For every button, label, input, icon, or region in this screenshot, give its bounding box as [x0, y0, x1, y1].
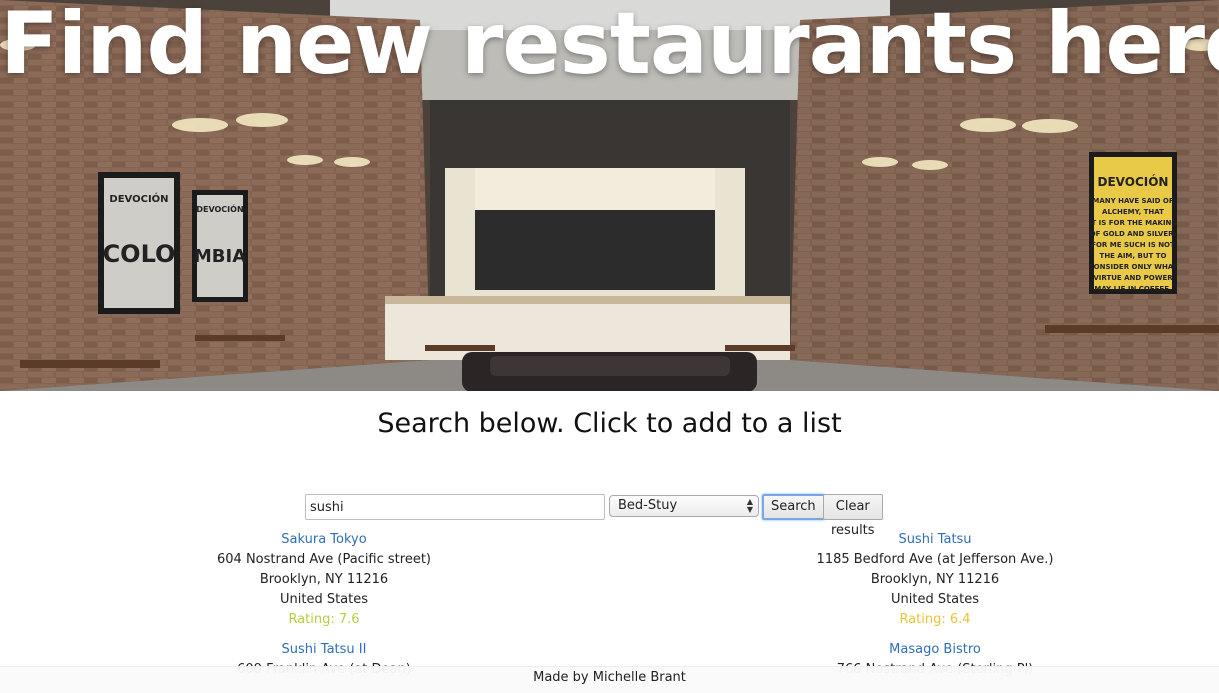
- borough-select[interactable]: Bed-Stuy ▲ ▼: [609, 495, 759, 517]
- result-country: United States: [279, 592, 369, 607]
- result-rating: Rating: 7.6: [288, 612, 360, 627]
- footer: Made by Michelle Brant: [0, 666, 1219, 693]
- result-name[interactable]: Sushi Tatsu: [770, 530, 1100, 550]
- poster-quote-line: MAY LIE IN COFFEE.: [1094, 285, 1171, 293]
- result-card[interactable]: Sakura Tokyo 604 Nostrand Ave (Pacific s…: [159, 530, 489, 630]
- page-subtitle: Search below. Click to add to a list: [377, 408, 842, 439]
- poster-quote-line: ALCHEMY, THAT: [1102, 208, 1164, 216]
- result-name[interactable]: Sushi Tatsu II: [159, 640, 489, 660]
- poster-quote-line: OF GOLD AND SILVER.: [1090, 230, 1177, 238]
- footer-credit: Made by Michelle Brant: [533, 670, 686, 685]
- poster-middle-text: MBIA: [194, 246, 246, 267]
- poster-quote-line: FOR ME SUCH IS NOT: [1091, 241, 1175, 249]
- search-button[interactable]: Search: [762, 494, 825, 520]
- borough-select-value: Bed-Stuy: [618, 498, 678, 513]
- poster-middle-brand: DEVOCIÓN: [196, 203, 243, 214]
- hero-banner: DEVOCIÓN COLO DEVOCIÓN MBIA DEVOCIÓN MAN…: [0, 0, 1219, 391]
- select-arrows-icon: ▲ ▼: [746, 497, 753, 514]
- poster-quote-line: IT IS FOR THE MAKING: [1089, 219, 1178, 227]
- poster-quote-line: THE AIM, BUT TO: [1100, 252, 1167, 260]
- result-city: Brooklyn, NY 11216: [259, 572, 389, 587]
- result-rating: Rating: 6.4: [899, 612, 971, 627]
- clear-results-button[interactable]: Clear results: [823, 494, 883, 538]
- poster-quote-line: MANY HAVE SAID OF: [1092, 197, 1173, 205]
- poster-left-text: COLO: [103, 240, 176, 268]
- result-name[interactable]: Masago Bistro: [770, 640, 1100, 660]
- hero-title: Find new restaurants here!: [0, 0, 1219, 94]
- result-country: United States: [890, 592, 980, 607]
- poster-right-brand: DEVOCIÓN: [1098, 174, 1169, 189]
- search-input[interactable]: [305, 494, 605, 520]
- poster-left-brand: DEVOCIÓN: [109, 192, 168, 205]
- result-address: 604 Nostrand Ave (Pacific street): [217, 552, 431, 567]
- poster-quote-line: CONSIDER ONLY WHAT: [1089, 263, 1178, 271]
- result-city: Brooklyn, NY 11216: [870, 572, 1000, 587]
- result-address: 1185 Bedford Ave (at Jefferson Ave.): [816, 552, 1054, 567]
- result-card[interactable]: Sushi Tatsu 1185 Bedford Ave (at Jeffers…: [770, 530, 1100, 630]
- result-name[interactable]: Sakura Tokyo: [159, 530, 489, 550]
- poster-quote-line: VIRTUE AND POWER: [1093, 274, 1173, 282]
